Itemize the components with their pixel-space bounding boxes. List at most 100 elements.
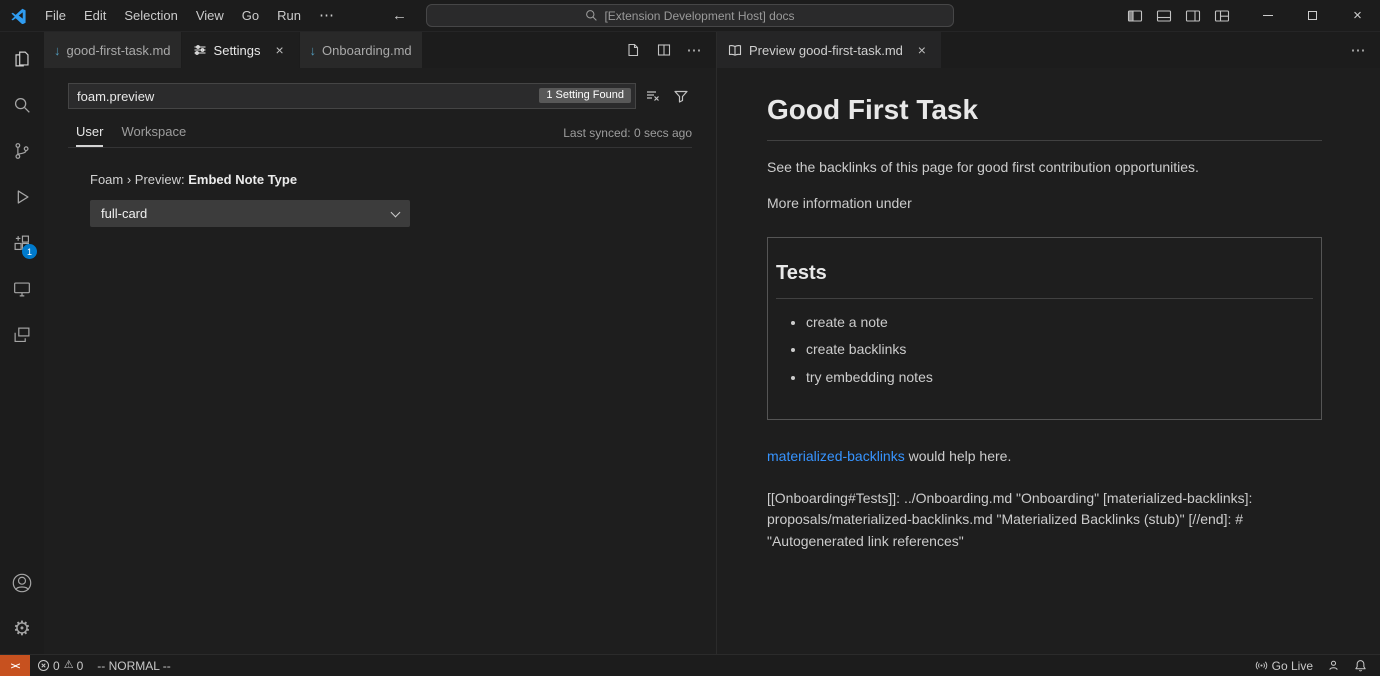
editor-group-right: Preview good-first-task.md × ⋯ Good Firs… xyxy=(716,32,1380,654)
back-icon[interactable]: ← xyxy=(392,7,407,24)
link-references-paragraph: [[Onboarding#Tests]]: ../Onboarding.md "… xyxy=(767,488,1322,553)
source-control-icon[interactable] xyxy=(0,128,44,174)
menu-file[interactable]: File xyxy=(36,5,75,27)
tab-bar-left: ↓ good-first-task.md Settings × ↓ Onboar… xyxy=(44,32,716,68)
settings-search-box: 1 Setting Found xyxy=(68,83,636,109)
feedback-icon xyxy=(1327,659,1340,672)
explorer-icon[interactable] xyxy=(0,36,44,82)
notifications-button[interactable] xyxy=(1347,655,1374,676)
preview-more-info: More information under xyxy=(767,193,1322,215)
filter-settings-icon[interactable] xyxy=(669,85,692,108)
last-synced-label: Last synced: 0 secs ago xyxy=(563,126,692,140)
markdown-file-icon: ↓ xyxy=(310,43,317,58)
setting-category: Foam › Preview: xyxy=(90,172,188,187)
tab-good-first-task[interactable]: ↓ good-first-task.md xyxy=(44,32,182,68)
status-bar-right: Go Live xyxy=(1248,655,1380,676)
menu-bar: File Edit Selection View Go Run ⋯ xyxy=(36,5,344,27)
warning-icon: ⚠ xyxy=(64,660,74,671)
remote-icon: >< xyxy=(11,661,20,671)
setting-name: Embed Note Type xyxy=(188,172,297,187)
scope-tab-user[interactable]: User xyxy=(76,118,103,147)
settings-editor-icon xyxy=(192,42,208,58)
close-tab-icon[interactable]: × xyxy=(913,42,931,58)
menu-view[interactable]: View xyxy=(187,5,233,27)
scope-tab-workspace[interactable]: Workspace xyxy=(121,118,186,147)
customize-layout-icon[interactable] xyxy=(1208,4,1235,28)
menu-more-icon[interactable]: ⋯ xyxy=(310,5,344,27)
search-view-icon[interactable] xyxy=(0,82,44,128)
maximize-button[interactable] xyxy=(1290,0,1335,32)
vscode-logo-icon xyxy=(0,7,36,24)
maximize-icon xyxy=(1308,11,1317,20)
run-debug-icon[interactable] xyxy=(0,174,44,220)
settings-editor: 1 Setting Found User Workspace Last sync… xyxy=(44,68,716,654)
search-icon xyxy=(585,9,598,22)
setting-title: Foam › Preview: Embed Note Type xyxy=(90,172,692,187)
command-center-search[interactable]: [Extension Development Host] docs xyxy=(426,4,954,27)
minimize-button[interactable] xyxy=(1245,0,1290,32)
command-center-label: [Extension Development Host] docs xyxy=(604,9,794,23)
tab-label: Onboarding.md xyxy=(322,43,412,58)
editor-actions-left: ⋯ xyxy=(619,32,716,68)
menu-edit[interactable]: Edit xyxy=(75,5,115,27)
titlebar-right-controls: × xyxy=(1121,0,1380,31)
settings-result-badge: 1 Setting Found xyxy=(539,88,631,103)
preview-title: Good First Task xyxy=(767,88,1322,141)
problems-status[interactable]: 0 ⚠ 0 xyxy=(30,655,90,676)
backlink-suffix: would help here. xyxy=(905,448,1012,464)
status-bar: >< 0 ⚠ 0 -- NORMAL -- Go Live xyxy=(0,654,1380,676)
settings-gear-icon[interactable]: ⚙ xyxy=(0,606,44,652)
tab-label: Settings xyxy=(214,43,261,58)
tab-label: good-first-task.md xyxy=(67,43,171,58)
backlink-paragraph: materialized-backlinks would help here. xyxy=(767,446,1322,468)
split-editor-icon[interactable] xyxy=(650,38,677,62)
markdown-preview: Good First Task See the backlinks of thi… xyxy=(717,68,1380,654)
preview-icon xyxy=(727,42,743,58)
toggle-primary-sidebar-icon[interactable] xyxy=(1121,4,1148,28)
extensions-badge: 1 xyxy=(22,244,37,259)
title-bar: File Edit Selection View Go Run ⋯ ← → [E… xyxy=(0,0,1380,32)
close-tab-icon[interactable]: × xyxy=(271,42,289,58)
error-count: 0 xyxy=(53,659,60,673)
list-item: create backlinks xyxy=(806,339,1313,361)
minimize-icon xyxy=(1263,15,1273,16)
tab-preview-good-first-task[interactable]: Preview good-first-task.md × xyxy=(717,32,942,68)
materialized-backlinks-link[interactable]: materialized-backlinks xyxy=(767,448,905,464)
menu-go[interactable]: Go xyxy=(233,5,268,27)
foam-views-icon[interactable] xyxy=(0,312,44,358)
activity-bar: 1 ⚙ xyxy=(0,32,44,654)
toggle-panel-icon[interactable] xyxy=(1150,4,1177,28)
close-window-button[interactable]: × xyxy=(1335,0,1380,32)
error-icon xyxy=(37,659,50,672)
remote-explorer-icon[interactable] xyxy=(0,266,44,312)
more-actions-icon[interactable]: ⋯ xyxy=(681,38,708,62)
tab-onboarding[interactable]: ↓ Onboarding.md xyxy=(300,32,423,68)
clear-search-filters-icon[interactable] xyxy=(641,85,664,108)
editor-actions-right: ⋯ xyxy=(1345,32,1380,68)
tab-settings[interactable]: Settings × xyxy=(182,32,300,68)
open-settings-json-icon[interactable] xyxy=(619,38,646,62)
embedded-note-card: Tests create a note create backlinks try… xyxy=(767,237,1322,420)
setting-row-embed-note-type: Foam › Preview: Embed Note Type full-car… xyxy=(68,172,692,227)
settings-scope-tabs: User Workspace Last synced: 0 secs ago xyxy=(68,118,692,148)
go-live-button[interactable]: Go Live xyxy=(1248,655,1320,676)
markdown-file-icon: ↓ xyxy=(54,43,61,58)
vim-mode-indicator[interactable]: -- NORMAL -- xyxy=(90,655,178,676)
embed-note-type-select[interactable]: full-card xyxy=(90,200,410,227)
menu-run[interactable]: Run xyxy=(268,5,310,27)
select-value: full-card xyxy=(101,206,147,221)
vim-mode-label: -- NORMAL -- xyxy=(97,659,171,673)
extensions-icon[interactable]: 1 xyxy=(0,220,44,266)
feedback-button[interactable] xyxy=(1320,655,1347,676)
broadcast-icon xyxy=(1255,659,1268,672)
chevron-down-icon xyxy=(391,207,401,217)
bell-icon xyxy=(1354,659,1367,672)
more-actions-icon[interactable]: ⋯ xyxy=(1345,38,1372,62)
list-item: try embedding notes xyxy=(806,367,1313,389)
tab-bar-right: Preview good-first-task.md × ⋯ xyxy=(717,32,1380,68)
menu-selection[interactable]: Selection xyxy=(115,5,186,27)
accounts-icon[interactable] xyxy=(0,560,44,606)
go-live-label: Go Live xyxy=(1272,659,1313,673)
toggle-secondary-sidebar-icon[interactable] xyxy=(1179,4,1206,28)
remote-indicator[interactable]: >< xyxy=(0,655,30,676)
